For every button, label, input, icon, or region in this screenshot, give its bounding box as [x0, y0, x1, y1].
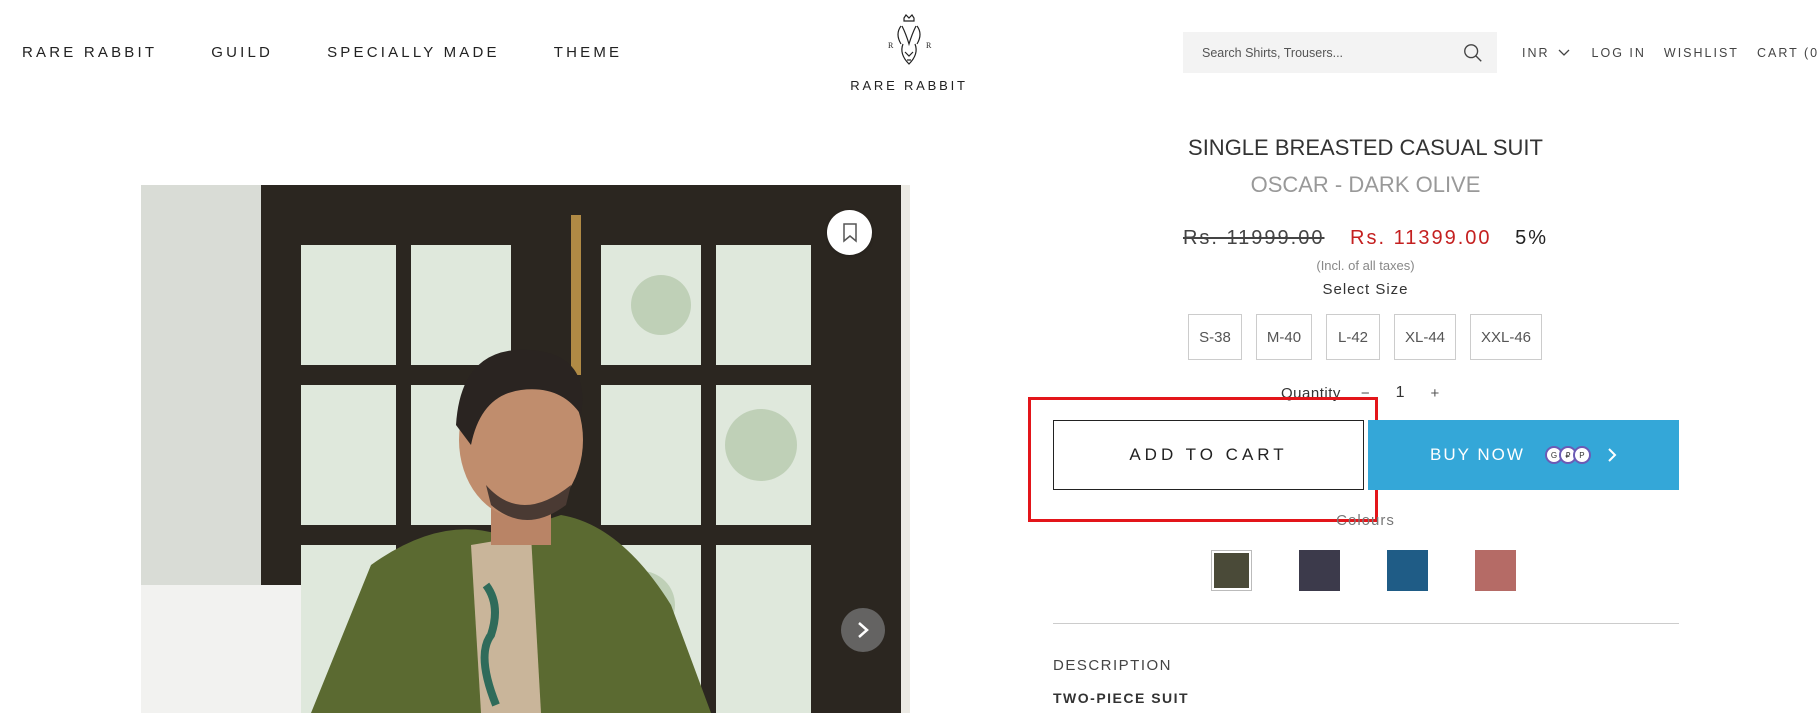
original-price: Rs. 11999.00 — [1182, 227, 1325, 249]
size-option-xl44[interactable]: XL-44 — [1394, 314, 1456, 360]
divider — [1053, 623, 1679, 624]
discount-badge: 5% — [1515, 227, 1549, 249]
product-info: SINGLE BREASTED CASUAL SUIT OSCAR - DARK… — [1028, 0, 1679, 713]
colour-swatch-rose[interactable] — [1475, 550, 1516, 591]
nav-rare-rabbit[interactable]: RARE RABBIT — [22, 44, 157, 61]
rabbit-logo-icon: R R — [888, 14, 932, 65]
colour-swatch-blue[interactable] — [1387, 550, 1428, 591]
description-subheading: TWO-PIECE SUIT — [1053, 690, 1190, 706]
paytm-icon: P — [1572, 446, 1591, 464]
quantity-value[interactable]: 1 — [1396, 384, 1405, 402]
colours-label: Colours — [1336, 512, 1395, 529]
swatch-fill-dark-olive — [1214, 553, 1249, 588]
wishlist-bookmark-button[interactable] — [827, 210, 872, 255]
payment-icons: G ₽ P — [1544, 446, 1591, 464]
brand-logo[interactable]: R R RARE RABBIT — [848, 12, 970, 93]
nav-guild[interactable]: GUILD — [211, 44, 273, 61]
cart-link[interactable]: CART (0) — [1757, 46, 1817, 60]
logo-letter-right: R — [926, 41, 932, 50]
buy-now-label: BUY NOW — [1430, 445, 1525, 464]
colour-swatch-navy[interactable] — [1299, 550, 1340, 591]
highlight-box — [1028, 397, 1378, 522]
logo-text: RARE RABBIT — [850, 78, 968, 93]
image-next-button[interactable] — [841, 608, 885, 652]
size-option-xxl46[interactable]: XXL-46 — [1470, 314, 1542, 360]
chevron-right-icon — [858, 622, 869, 638]
nav-specially-made[interactable]: SPECIALLY MADE — [327, 44, 500, 61]
colour-swatches — [1211, 550, 1563, 591]
quantity-increase-button[interactable]: + — [1431, 385, 1440, 402]
nav-theme[interactable]: THEME — [554, 44, 623, 61]
product-image[interactable] — [141, 185, 910, 713]
colour-swatch-dark-olive[interactable] — [1211, 550, 1252, 591]
bookmark-icon — [842, 222, 857, 243]
size-option-m40[interactable]: M-40 — [1256, 314, 1312, 360]
select-size-label: Select Size — [1322, 281, 1409, 298]
size-options: S-38 M-40 L-42 XL-44 XXL-46 — [1188, 314, 1556, 360]
logo-letter-left: R — [888, 41, 894, 50]
product-subtitle: OSCAR - DARK OLIVE — [1250, 172, 1481, 197]
main-nav: RARE RABBIT GUILD SPECIALLY MADE THEME — [22, 44, 676, 61]
product-title: SINGLE BREASTED CASUAL SUIT — [1188, 135, 1543, 160]
chevron-right-icon — [1608, 448, 1617, 462]
description-heading[interactable]: DESCRIPTION — [1053, 657, 1172, 674]
price-row: Rs. 11999.00 Rs. 11399.00 5% — [1053, 227, 1678, 250]
buy-now-button[interactable]: BUY NOW G ₽ P — [1368, 420, 1679, 490]
tax-note: (Incl. of all taxes) — [1316, 258, 1415, 273]
size-option-l42[interactable]: L-42 — [1326, 314, 1380, 360]
size-option-s38[interactable]: S-38 — [1188, 314, 1242, 360]
sale-price: Rs. 11399.00 — [1350, 227, 1492, 249]
product-photo-illustration — [141, 185, 910, 713]
